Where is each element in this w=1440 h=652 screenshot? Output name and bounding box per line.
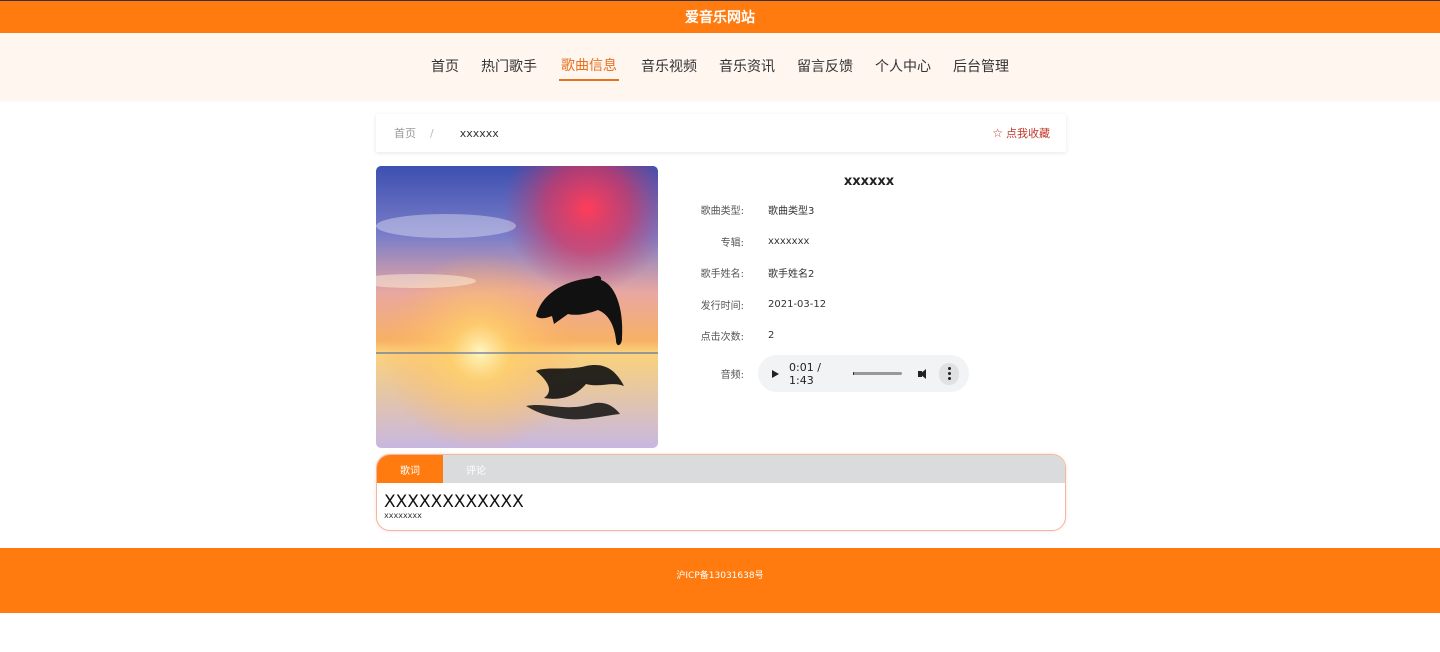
breadcrumb-home-link[interactable]: 首页	[394, 125, 416, 141]
info-label: 点击次数:	[700, 332, 744, 344]
tab-bar: 歌词 评论	[377, 455, 1065, 483]
volume-icon[interactable]	[918, 368, 929, 380]
lyrics-title: XXXXXXXXXXXX	[384, 492, 524, 512]
song-title: xxxxxx	[843, 174, 895, 189]
breadcrumb-current: xxxxxx	[459, 126, 499, 140]
info-row-genre: 歌曲类型: 歌曲类型3	[676, 194, 1062, 226]
site-title: 爱音乐网站	[685, 10, 755, 26]
info-row-click-count: 点击次数: 2	[676, 320, 1062, 352]
site-header: 爱音乐网站	[0, 0, 1440, 33]
info-row-album: 专辑: xxxxxxx	[676, 226, 1062, 258]
info-label: 歌手姓名:	[700, 269, 744, 281]
song-info-panel: xxxxxx 歌曲类型: 歌曲类型3 专辑: xxxxxxx 歌手姓名: 歌手姓…	[676, 166, 1062, 394]
info-value: xxxxxxx	[768, 235, 810, 247]
play-icon[interactable]	[772, 369, 779, 378]
lyrics-body: xxxxxxxx	[384, 511, 422, 520]
info-label: 发行时间:	[700, 300, 744, 312]
icp-text: 沪ICP备13031638号	[676, 571, 764, 581]
info-label: 歌曲类型:	[700, 206, 744, 218]
site-footer: 沪ICP备13031638号	[0, 548, 1440, 613]
audio-time: 0:01 / 1:43	[789, 360, 821, 387]
favorite-label: 点我收藏	[1006, 127, 1050, 140]
breadcrumb-separator: /	[430, 126, 434, 140]
audio-progress-slider[interactable]	[853, 372, 903, 375]
info-label: 音频:	[720, 370, 744, 381]
nav-item-song-info[interactable]: 歌曲信息	[548, 33, 630, 100]
audio-progress-fill	[853, 372, 855, 375]
info-row-audio: 音频: 0:01 / 1:43	[676, 354, 1062, 394]
nav-item-admin[interactable]: 后台管理	[942, 33, 1020, 100]
main-nav: 首页 热门歌手 歌曲信息 音乐视频 音乐资讯 留言反馈 个人中心 后台管理	[0, 33, 1440, 100]
nav-item-profile[interactable]: 个人中心	[864, 33, 942, 100]
info-value: 歌曲类型3	[768, 206, 815, 218]
info-label: 专辑:	[720, 237, 744, 249]
star-outline-icon: ☆	[992, 126, 1003, 140]
nav-item-hot-singers[interactable]: 热门歌手	[470, 33, 548, 100]
info-row-singer: 歌手姓名: 歌手姓名2	[676, 257, 1062, 289]
breadcrumb: 首页 / xxxxxx ☆ 点我收藏	[376, 114, 1066, 152]
nav-item-music-videos[interactable]: 音乐视频	[630, 33, 708, 100]
favorite-button[interactable]: ☆ 点我收藏	[992, 125, 1050, 141]
nav-item-feedback[interactable]: 留言反馈	[786, 33, 864, 100]
info-value: 歌手姓名2	[768, 269, 815, 281]
info-row-release-date: 发行时间: 2021-03-12	[676, 289, 1062, 321]
nav-item-home[interactable]: 首页	[420, 33, 470, 100]
info-value: 2021-03-12	[768, 298, 827, 310]
tab-lyrics[interactable]: 歌词	[377, 455, 443, 483]
nav-item-music-news[interactable]: 音乐资讯	[708, 33, 786, 100]
tab-comments[interactable]: 评论	[443, 455, 509, 483]
lyrics-comments-panel: 歌词 评论 XXXXXXXXXXXX xxxxxxxx	[376, 454, 1066, 531]
info-value: 2	[768, 330, 775, 342]
audio-player[interactable]: 0:01 / 1:43	[758, 355, 969, 392]
song-cover-image	[376, 166, 658, 448]
more-options-icon[interactable]	[939, 362, 960, 385]
